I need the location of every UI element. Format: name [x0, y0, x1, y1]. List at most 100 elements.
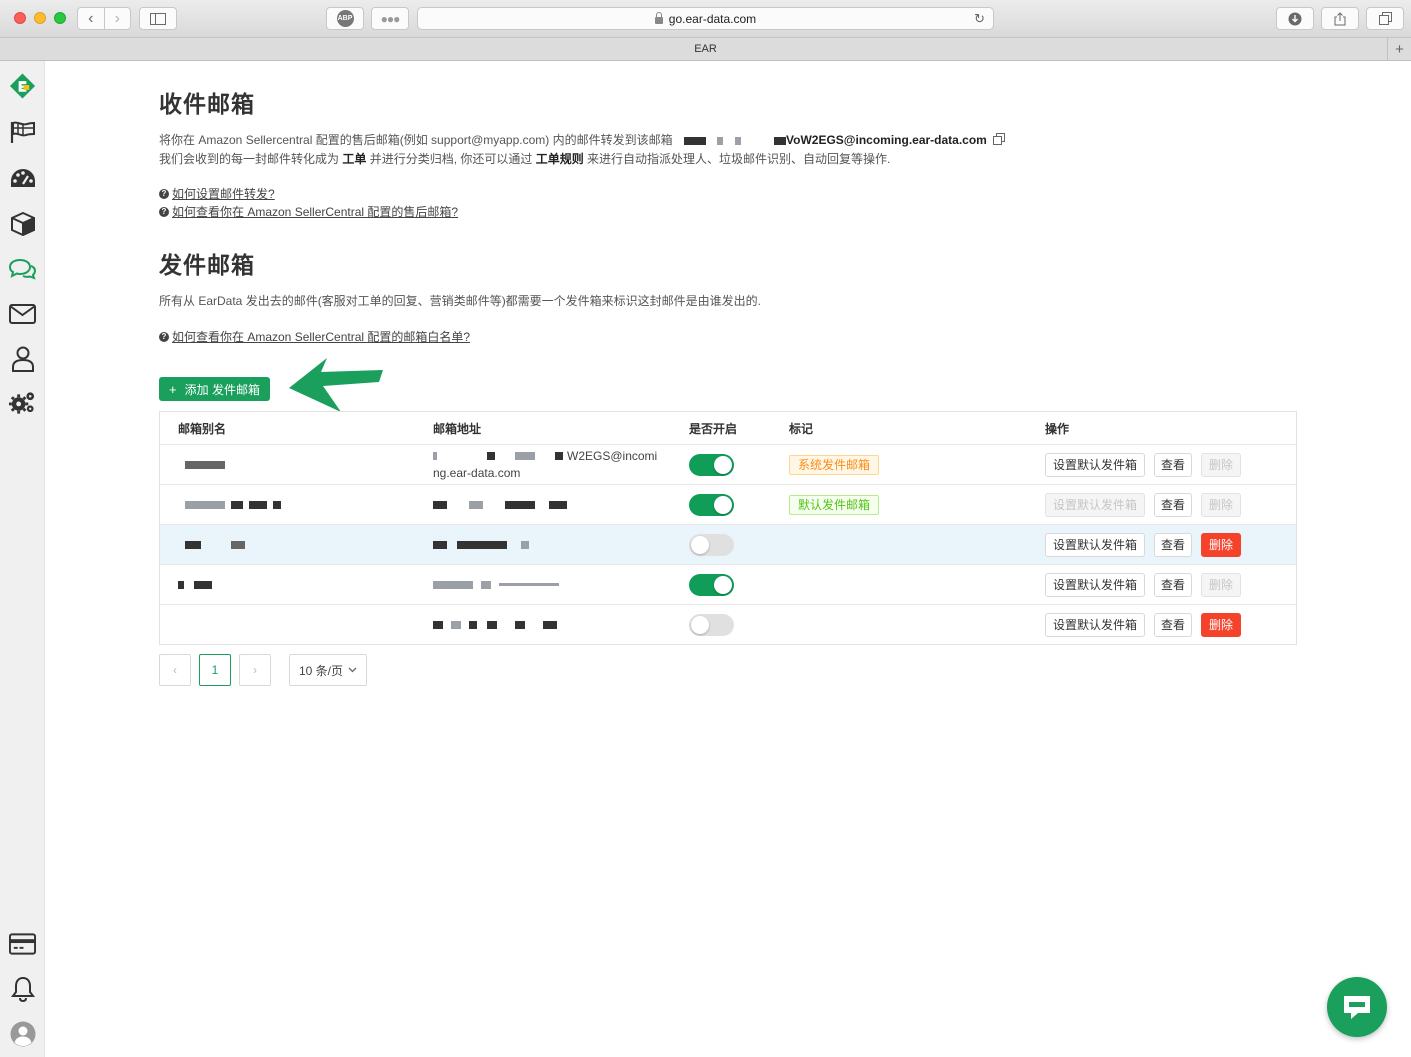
- enabled-cell: [689, 565, 734, 604]
- tag-cell: 默认发件邮箱: [789, 485, 880, 524]
- downloads-button[interactable]: [1276, 7, 1314, 30]
- address-bar[interactable]: go.ear-data.com ↻: [417, 7, 994, 30]
- set-default-button[interactable]: 设置默认发件箱: [1045, 612, 1145, 637]
- system-sender-tag: 系统发件邮箱: [789, 454, 880, 475]
- arrow-annotation-icon: [289, 358, 383, 412]
- enabled-toggle[interactable]: [689, 613, 734, 636]
- email-line2: ng.ear-data.com: [433, 465, 521, 480]
- col-tag: 标记: [789, 421, 814, 436]
- help-whitelist: ? 如何查看你在 Amazon SellerCentral 配置的邮箱白名单?: [159, 328, 470, 346]
- flag-icon[interactable]: [9, 118, 36, 145]
- tabs-button[interactable]: [1366, 7, 1404, 30]
- lock-icon: [654, 12, 663, 24]
- view-button[interactable]: 查看: [1154, 532, 1192, 557]
- add-sender-label: 添加 发件邮箱: [184, 382, 260, 397]
- window-maximize-button[interactable]: [54, 12, 66, 24]
- view-button[interactable]: 查看: [1154, 492, 1192, 517]
- dashboard-icon[interactable]: [9, 165, 36, 192]
- tag-cell: 系统发件邮箱: [789, 445, 880, 484]
- prev-page-button[interactable]: ‹: [159, 654, 191, 686]
- alias-redacted: [185, 525, 245, 564]
- help-forward-setup-link[interactable]: 如何设置邮件转发?: [172, 185, 275, 203]
- support-chat-button[interactable]: [1327, 977, 1387, 1037]
- help-whitelist-link[interactable]: 如何查看你在 Amazon SellerCentral 配置的邮箱白名单?: [172, 328, 470, 346]
- window-minimize-button[interactable]: [34, 12, 46, 24]
- page-1-button[interactable]: 1: [199, 654, 231, 686]
- alias-redacted: [185, 445, 225, 484]
- table-row: 设置默认发件箱 查看 删除: [160, 604, 1296, 644]
- inbox-desc-line2b: 并进行分类归档, 你还可以通过: [366, 151, 536, 166]
- actions-cell: 设置默认发件箱 查看 删除: [1045, 565, 1250, 604]
- url-text: go.ear-data.com: [668, 11, 757, 26]
- redacted-prefix: [673, 133, 786, 147]
- set-default-button[interactable]: 设置默认发件箱: [1045, 492, 1145, 517]
- inbox-desc-line2c: 来进行自动指派处理人、垃圾邮件识别、自动回复等操作.: [583, 151, 891, 166]
- outbox-title: 发件邮箱: [159, 252, 255, 278]
- table-header: 邮箱别名 邮箱地址 是否开启 标记 操作: [160, 412, 1296, 444]
- email-cell: [433, 605, 663, 644]
- copy-icon[interactable]: [993, 132, 1006, 150]
- help-view-aftersale-link[interactable]: 如何查看你在 Amazon SellerCentral 配置的售后邮箱?: [172, 203, 458, 221]
- user-icon[interactable]: [9, 345, 36, 372]
- set-default-button[interactable]: 设置默认发件箱: [1045, 532, 1145, 557]
- inbox-desc-line1: 将你在 Amazon Sellercentral 配置的售后邮箱(例如 supp…: [159, 133, 673, 147]
- enabled-cell: [689, 605, 734, 644]
- enabled-cell: [689, 525, 734, 564]
- browser-titlebar: ‹ › ABP ●●● go.ear-data.com ↻: [0, 0, 1411, 38]
- view-button[interactable]: 查看: [1154, 452, 1192, 477]
- enabled-toggle[interactable]: [689, 493, 734, 516]
- view-button[interactable]: 查看: [1154, 612, 1192, 637]
- page-size-select[interactable]: 10 条/页: [289, 654, 367, 686]
- alias-redacted: [185, 485, 281, 524]
- actions-cell: 设置默认发件箱 查看 删除: [1045, 485, 1250, 524]
- table-row: 默认发件邮箱 设置默认发件箱 查看 删除: [160, 484, 1296, 524]
- email-cell: W2EGS@incomi ng.ear-data.com: [433, 445, 663, 484]
- enabled-toggle[interactable]: [689, 453, 734, 476]
- next-page-button[interactable]: ›: [239, 654, 271, 686]
- question-icon: ?: [159, 189, 169, 199]
- reload-icon[interactable]: ↻: [974, 11, 985, 27]
- extensions-button[interactable]: ●●●: [371, 7, 409, 30]
- view-button[interactable]: 查看: [1154, 572, 1192, 597]
- chat-icon[interactable]: [9, 255, 36, 282]
- sidebar-toggle-button[interactable]: [139, 7, 177, 30]
- set-default-button[interactable]: 设置默认发件箱: [1045, 452, 1145, 477]
- enabled-toggle[interactable]: [689, 533, 734, 556]
- new-tab-button[interactable]: +: [1387, 38, 1411, 60]
- mail-icon[interactable]: [9, 300, 36, 327]
- forward-button[interactable]: ›: [103, 8, 131, 29]
- inbox-address: VoW2EGS@incoming.ear-data.com: [786, 133, 987, 147]
- settings-icon[interactable]: [9, 389, 36, 416]
- back-button[interactable]: ‹: [78, 8, 104, 29]
- question-icon: ?: [159, 332, 169, 342]
- tab-title[interactable]: EAR: [694, 43, 717, 55]
- share-icon: [1334, 11, 1346, 25]
- set-default-button[interactable]: 设置默认发件箱: [1045, 572, 1145, 597]
- delete-button[interactable]: 删除: [1201, 572, 1241, 597]
- adblock-button[interactable]: ABP: [326, 7, 364, 30]
- card-icon[interactable]: [9, 930, 36, 957]
- pagination: ‹ 1 › 10 条/页: [159, 654, 367, 686]
- col-actions: 操作: [1045, 421, 1070, 436]
- inbox-description: 将你在 Amazon Sellercentral 配置的售后邮箱(例如 supp…: [159, 131, 1159, 168]
- help-forward-setup: ? 如何设置邮件转发?: [159, 185, 275, 203]
- bell-icon[interactable]: [9, 975, 36, 1002]
- delete-button[interactable]: 删除: [1201, 452, 1241, 477]
- col-email: 邮箱地址: [433, 421, 482, 436]
- box-icon[interactable]: [9, 210, 36, 237]
- adblock-icon: ABP: [336, 10, 354, 27]
- enabled-toggle[interactable]: [689, 573, 734, 596]
- share-button[interactable]: [1321, 7, 1359, 30]
- delete-button[interactable]: 删除: [1201, 492, 1241, 517]
- add-sender-button[interactable]: + 添加 发件邮箱: [159, 377, 270, 401]
- chevron-down-icon: [348, 667, 357, 673]
- window-close-button[interactable]: [14, 12, 26, 24]
- email-cell: [433, 565, 663, 604]
- email-cell: [433, 485, 663, 524]
- chat-bubble-icon: [1344, 996, 1370, 1019]
- help-view-aftersale: ? 如何查看你在 Amazon SellerCentral 配置的售后邮箱?: [159, 203, 458, 221]
- logo-icon[interactable]: [9, 72, 36, 99]
- delete-button[interactable]: 删除: [1201, 532, 1241, 557]
- delete-button[interactable]: 删除: [1201, 612, 1241, 637]
- avatar-icon[interactable]: [9, 1020, 36, 1047]
